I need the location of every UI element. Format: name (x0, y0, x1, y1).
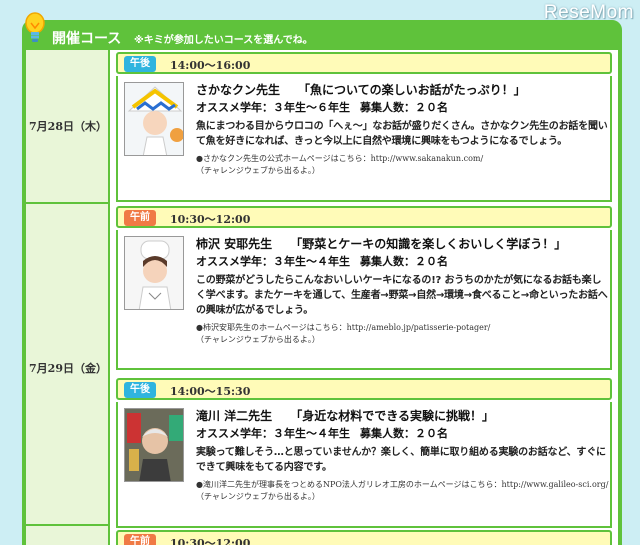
period-badge: 午前 (124, 534, 156, 545)
date-label: 7月28日（木） (29, 120, 107, 133)
date-cell-0728: 7月28日（木） (26, 50, 110, 204)
course-title: 「野菜とケーキの知識を楽しくおいしく学ぼう！」 (290, 237, 567, 251)
time-bar: 午前 10:30～12:00 (116, 206, 612, 228)
course-content: さかなクン先生 「魚についての楽しいお話がたっぷり！」 オススメ学年：３年生～６年… (196, 82, 608, 177)
period-badge: 午前 (124, 210, 156, 226)
page-title: 開催コース (52, 31, 122, 47)
date-cell-0729: 7月29日（金） (26, 204, 110, 526)
homepage-link[interactable]: ●さかなクン先生の公式ホームページはこちら：http://www.sakanak… (196, 153, 608, 165)
time-range: 10:30～12:00 (170, 213, 251, 226)
period-badge: 午後 (124, 56, 156, 72)
capacity: 募集人数：２０名 (360, 255, 448, 268)
course-description: 魚にまつわる目からウロコの「へぇ～」なお話が盛りだくさん。さかなクン先生のお話を… (196, 121, 608, 147)
time-bar: 午後 14:00～15:30 (116, 378, 612, 400)
homepage-link[interactable]: ●柿沢安耶先生のホームページはこちら：http://ameblo.jp/pati… (196, 322, 608, 334)
exit-note: （チャレンジウェブから出るよ。） (196, 492, 320, 501)
time-range: 10:30～12:00 (170, 537, 251, 545)
watermark-logo: ReseMom (543, 2, 634, 23)
teacher-name: 柿沢 安耶先生 (196, 237, 273, 251)
exit-note: （チャレンジウェブから出るよ。） (196, 166, 320, 175)
teacher-line: 柿沢 安耶先生 「野菜とケーキの知識を楽しくおいしく学ぼう！」 (196, 236, 608, 252)
time-range: 14:00～15:30 (170, 385, 251, 398)
time-bar: 午前 10:30～12:00 (116, 530, 612, 545)
time-bar: 午後 14:00～16:00 (116, 52, 612, 74)
period-badge: 午後 (124, 382, 156, 398)
recommended-grade: オススメ学年：３年生～４年生 (196, 255, 350, 268)
course-content: 滝川 洋二先生 「身近な材料でできる実験に挑戦！」 オススメ学年：３年生～４年生募… (196, 408, 608, 503)
grade-line: オススメ学年：３年生～４年生 募集人数：２０名 (196, 426, 608, 441)
course-title: 「身近な材料でできる実験に挑戦！」 (290, 409, 494, 423)
course-card: さかなクン先生 「魚についての楽しいお話がたっぷり！」 オススメ学年：３年生～６年… (116, 76, 612, 202)
course-description: 実験って難しそう…と思っていませんか？楽しく、簡単に取り組める実験のお話など、す… (196, 447, 606, 473)
recommended-grade: オススメ学年：３年生～６年生 (196, 101, 350, 114)
grade-line: オススメ学年：３年生～６年生 募集人数：２０名 (196, 100, 608, 115)
course-content: 柿沢 安耶先生 「野菜とケーキの知識を楽しくおいしく学ぼう！」 オススメ学年：３年… (196, 236, 608, 346)
course-card: 滝川 洋二先生 「身近な材料でできる実験に挑戦！」 オススメ学年：３年生～４年生募… (116, 402, 612, 528)
recommended-grade: オススメ学年：３年生～４年生 (196, 427, 350, 440)
grade-line: オススメ学年：３年生～４年生 募集人数：２０名 (196, 254, 608, 269)
lightbulb-icon (25, 12, 45, 42)
homepage-link[interactable]: ●滝川洋二先生が理事長をつとめるNPO法人ガリレオ工房のホームページはこちら：h… (196, 479, 608, 491)
teacher-photo (124, 236, 184, 310)
capacity: 募集人数：２０名 (360, 101, 448, 114)
teacher-line: さかなクン先生 「魚についての楽しいお話がたっぷり！」 (196, 82, 608, 98)
teacher-name: 滝川 洋二先生 (196, 409, 273, 423)
teacher-photo (124, 408, 184, 482)
teacher-name: さかなクン先生 (196, 83, 281, 97)
course-description: この野菜がどうしたらこんなおいしいケーキになるの!? おうちのかたが気になるお話… (196, 275, 608, 316)
capacity: 募集人数：２０名 (360, 427, 448, 440)
teacher-photo (124, 82, 184, 156)
teacher-line: 滝川 洋二先生 「身近な材料でできる実験に挑戦！」 (196, 408, 608, 424)
date-cell-next (26, 526, 110, 545)
course-title: 「魚についての楽しいお話がたっぷり！」 (298, 83, 526, 97)
course-card: 柿沢 安耶先生 「野菜とケーキの知識を楽しくおいしく学ぼう！」 オススメ学年：３年… (116, 230, 612, 370)
time-range: 14:00～16:00 (170, 59, 251, 72)
header-note: ※キミが参加したいコースを選んでね。 (134, 35, 313, 46)
date-label: 7月29日（金） (29, 362, 107, 375)
exit-note: （チャレンジウェブから出るよ。） (196, 335, 320, 344)
